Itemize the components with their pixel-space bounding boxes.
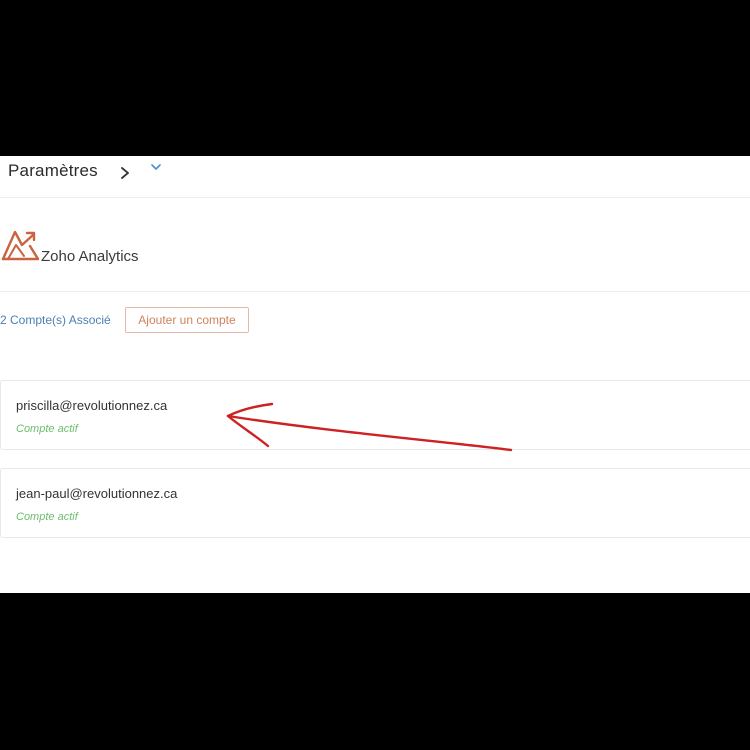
account-email: jean-paul@revolutionnez.ca [16,486,178,501]
settings-screen: Paramètres Zoho Analytics 2 Compte(s) As… [0,156,750,593]
add-account-button[interactable]: Ajouter un compte [125,307,249,333]
account-email: priscilla@revolutionnez.ca [16,398,168,413]
chevron-right-icon[interactable] [119,166,131,180]
page-header: Paramètres [0,156,750,198]
associated-accounts-count[interactable]: 2 Compte(s) Associé [0,313,111,327]
account-status: Compte actif [16,423,78,435]
page-title: Paramètres [8,161,98,180]
account-card[interactable]: priscilla@revolutionnez.ca Compte actif [0,380,750,450]
chevron-down-icon[interactable] [150,163,162,171]
account-card[interactable]: jean-paul@revolutionnez.ca Compte actif [0,468,750,538]
account-status: Compte actif [16,511,78,523]
app-name: Zoho Analytics [41,248,139,265]
zoho-analytics-logo-icon [1,230,40,261]
app-section: Zoho Analytics [0,198,750,292]
